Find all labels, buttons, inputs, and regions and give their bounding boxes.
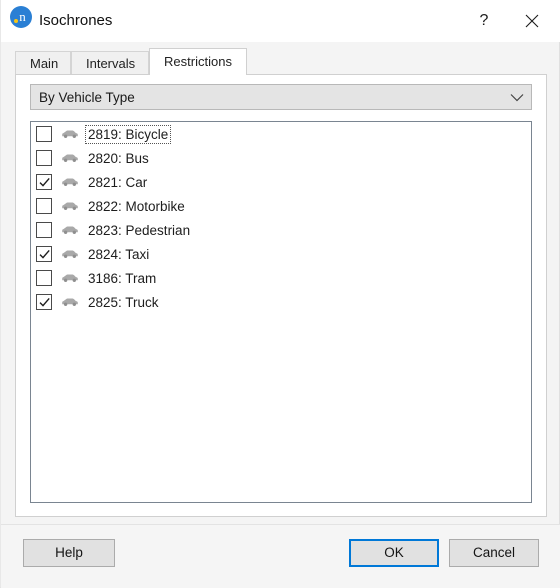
vehicle-car-icon xyxy=(60,199,80,213)
tab-intervals[interactable]: Intervals xyxy=(71,51,149,74)
list-item[interactable]: 2823: Pedestrian xyxy=(31,218,531,242)
checkbox-unchecked-icon[interactable] xyxy=(36,126,52,142)
app-logo-dot xyxy=(14,19,18,23)
list-item-label: 2825: Truck xyxy=(88,294,159,310)
vehicle-car-icon xyxy=(60,247,80,261)
vehicle-car-icon xyxy=(60,295,80,309)
restrictions-panel: By Vehicle Type 2819: Bicycle 2820: Bus 28… xyxy=(15,74,547,517)
vehicle-type-listbox[interactable]: 2819: Bicycle 2820: Bus 2821: Car 2822: Mot… xyxy=(30,121,532,503)
button-bar: Help OK Cancel xyxy=(1,525,560,588)
vehicle-car-icon xyxy=(60,127,80,141)
isochrones-dialog: n Isochrones ? Main Intervals Restrictio… xyxy=(0,0,560,588)
list-item[interactable]: 2825: Truck xyxy=(31,290,531,314)
close-button[interactable] xyxy=(509,0,555,42)
list-item[interactable]: 2822: Motorbike xyxy=(31,194,531,218)
list-item[interactable]: 2821: Car xyxy=(31,170,531,194)
list-item[interactable]: 2820: Bus xyxy=(31,146,531,170)
checkbox-checked-icon[interactable] xyxy=(36,174,52,190)
checkbox-unchecked-icon[interactable] xyxy=(36,150,52,166)
list-item-label: 2822: Motorbike xyxy=(88,198,185,214)
question-mark-icon: ? xyxy=(479,12,489,29)
app-logo-letter: n xyxy=(19,9,26,24)
cancel-button[interactable]: Cancel xyxy=(449,539,539,567)
checkbox-unchecked-icon[interactable] xyxy=(36,222,52,238)
list-item-label: 3186: Tram xyxy=(88,270,157,286)
help-button[interactable]: Help xyxy=(23,539,115,567)
list-item-label: 2824: Taxi xyxy=(88,246,150,262)
checkbox-checked-icon[interactable] xyxy=(36,294,52,310)
list-item[interactable]: 2824: Taxi xyxy=(31,242,531,266)
tab-restrictions[interactable]: Restrictions xyxy=(149,48,247,75)
help-titlebar-button[interactable]: ? xyxy=(461,0,507,42)
list-item-label: 2819: Bicycle xyxy=(84,124,172,144)
vehicle-car-icon xyxy=(60,151,80,165)
close-icon xyxy=(525,14,539,28)
vehicle-car-icon xyxy=(60,223,80,237)
ok-button[interactable]: OK xyxy=(349,539,439,567)
vehicle-car-icon xyxy=(60,175,80,189)
list-item-label: 2821: Car xyxy=(88,174,148,190)
app-logo-n-icon: n xyxy=(10,6,32,28)
list-item[interactable]: 3186: Tram xyxy=(31,266,531,290)
restriction-type-value: By Vehicle Type xyxy=(39,89,135,105)
list-item-label: 2820: Bus xyxy=(88,150,149,166)
list-item-label: 2823: Pedestrian xyxy=(88,222,191,238)
checkbox-unchecked-icon[interactable] xyxy=(36,198,52,214)
window-title: Isochrones xyxy=(39,12,113,29)
checkbox-unchecked-icon[interactable] xyxy=(36,270,52,286)
vehicle-car-icon xyxy=(60,271,80,285)
restriction-type-dropdown[interactable]: By Vehicle Type xyxy=(30,84,532,110)
checkbox-checked-icon[interactable] xyxy=(36,246,52,262)
title-bar: n Isochrones ? xyxy=(1,0,560,42)
chevron-down-icon xyxy=(503,93,531,102)
tab-strip: Main Intervals Restrictions xyxy=(15,48,547,75)
tab-main[interactable]: Main xyxy=(15,51,71,74)
list-item[interactable]: 2819: Bicycle xyxy=(31,122,531,146)
